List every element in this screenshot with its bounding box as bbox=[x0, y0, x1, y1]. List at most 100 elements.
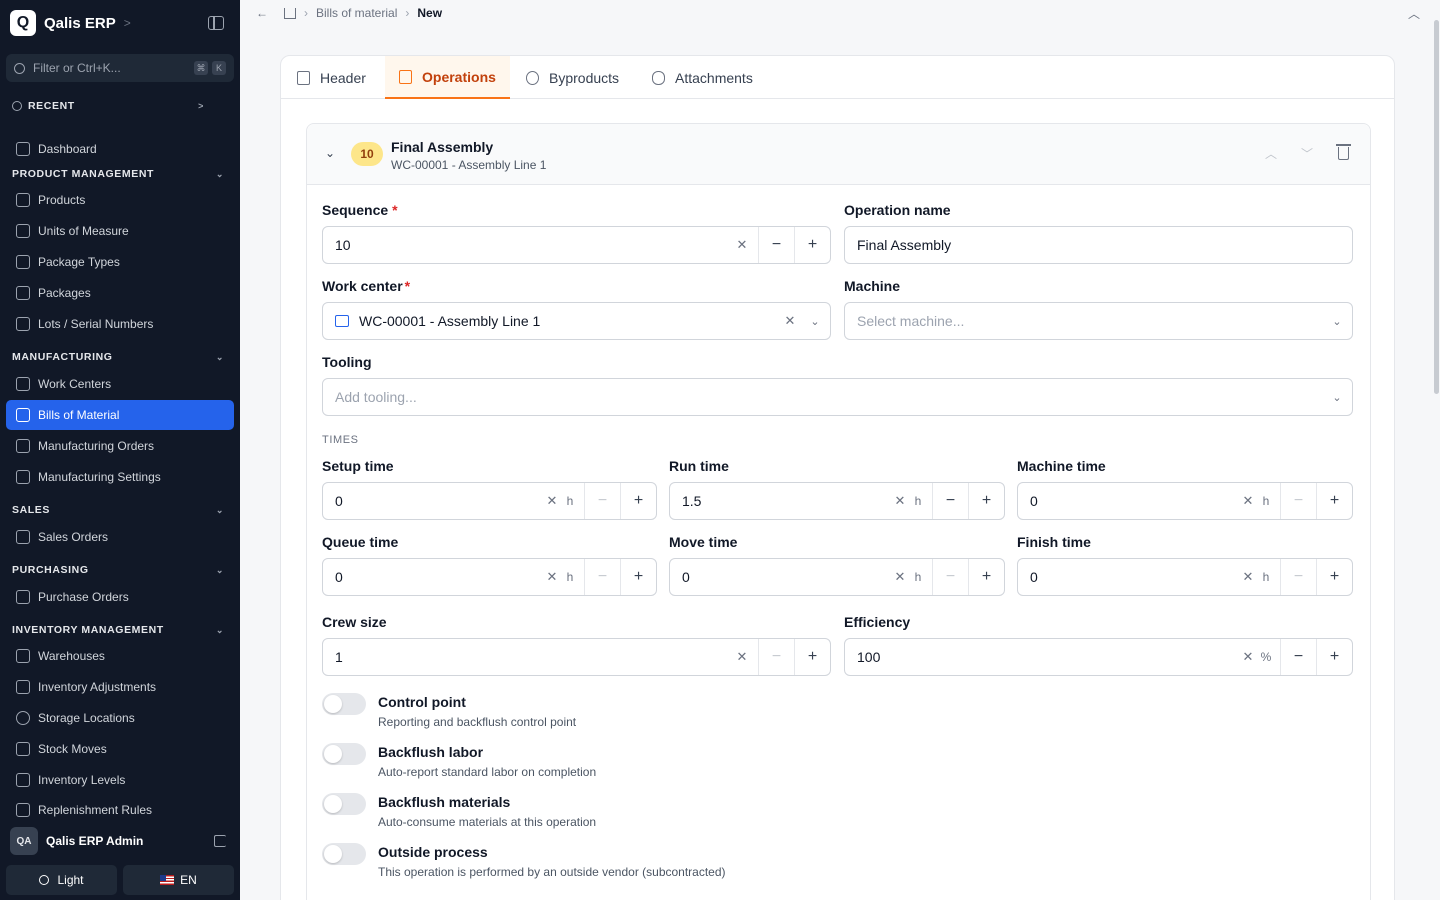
sequence-input[interactable]: 10 ✕ − + bbox=[322, 226, 831, 264]
outside-process-title: Outside process bbox=[378, 844, 488, 860]
sidebar-item-sales-orders[interactable]: Sales Orders bbox=[6, 522, 234, 552]
clear-icon[interactable]: ✕ bbox=[890, 493, 910, 509]
back-arrow-icon[interactable]: ← bbox=[256, 6, 270, 20]
section-purchasing[interactable]: PURCHASING ⌄ bbox=[12, 564, 228, 576]
breadcrumb-parent[interactable]: Bills of material bbox=[316, 6, 397, 20]
filter-input[interactable]: Filter or Ctrl+K... ⌘ K bbox=[6, 54, 234, 82]
sidebar-item-dashboard[interactable]: Dashboard bbox=[6, 134, 234, 164]
section-inventory[interactable]: INVENTORY MANAGEMENT ⌄ bbox=[12, 624, 228, 636]
tab-byproducts[interactable]: Byproducts bbox=[512, 56, 633, 99]
clear-icon[interactable]: ✕ bbox=[542, 569, 562, 585]
home-icon[interactable] bbox=[284, 7, 296, 19]
decrement-button[interactable]: − bbox=[758, 639, 794, 675]
sidebar-item-units[interactable]: Units of Measure bbox=[6, 216, 234, 246]
collapse-sidebar-icon[interactable] bbox=[208, 16, 224, 30]
sidebar-item-work-centers[interactable]: Work Centers bbox=[6, 369, 234, 399]
decrement-button[interactable]: − bbox=[584, 483, 620, 519]
increment-button[interactable]: + bbox=[968, 483, 1004, 519]
sidebar-item-warehouses[interactable]: Warehouses bbox=[6, 641, 234, 671]
control-point-toggle[interactable] bbox=[322, 693, 366, 715]
backflush-materials-toggle[interactable] bbox=[322, 793, 366, 815]
backflush-labor-toggle[interactable] bbox=[322, 743, 366, 765]
search-icon bbox=[14, 62, 25, 74]
sidebar-item-inv-levels[interactable]: Inventory Levels bbox=[6, 765, 234, 795]
increment-button[interactable]: + bbox=[1316, 559, 1352, 595]
trash-icon[interactable] bbox=[1336, 144, 1351, 160]
move-down-icon[interactable]: ﹀ bbox=[1301, 145, 1313, 162]
increment-button[interactable]: + bbox=[794, 639, 830, 675]
increment-button[interactable]: + bbox=[968, 559, 1004, 595]
unit-label: h bbox=[566, 570, 574, 584]
recent-section[interactable]: RECENT > bbox=[12, 100, 228, 112]
clear-icon[interactable]: ✕ bbox=[732, 649, 752, 665]
decrement-button[interactable]: − bbox=[1280, 483, 1316, 519]
chevron-down-icon[interactable]: ⌄ bbox=[1322, 391, 1352, 404]
sidebar-item-label: Replenishment Rules bbox=[38, 803, 153, 817]
sidebar-item-purchase-orders[interactable]: Purchase Orders bbox=[6, 582, 234, 612]
chevron-up-icon[interactable]: ︿ bbox=[1408, 5, 1420, 22]
sidebar-item-mfg-orders[interactable]: Manufacturing Orders bbox=[6, 431, 234, 461]
brand[interactable]: Q Qalis ERP > bbox=[10, 10, 131, 36]
work-center-label: Work center * bbox=[322, 278, 411, 294]
theme-toggle-button[interactable]: Light bbox=[6, 865, 117, 895]
chevron-down-icon[interactable]: ⌄ bbox=[800, 315, 830, 328]
efficiency-input[interactable]: 100 ✕% − + bbox=[844, 638, 1353, 676]
chevron-down-icon[interactable]: ⌄ bbox=[1322, 315, 1352, 328]
operation-name-input[interactable]: Final Assembly bbox=[844, 226, 1353, 264]
move-time-input[interactable]: 0 ✕ h − + bbox=[669, 558, 1005, 596]
sidebar-item-package-types[interactable]: Package Types bbox=[6, 247, 234, 277]
increment-button[interactable]: + bbox=[620, 559, 656, 595]
chevron-down-icon[interactable]: ⌄ bbox=[325, 146, 335, 160]
operation-header[interactable]: ⌄ 10 Final Assembly WC-00001 - Assembly … bbox=[307, 124, 1370, 185]
machine-select[interactable]: Select machine... ⌄ bbox=[844, 302, 1353, 340]
document-icon bbox=[297, 70, 310, 85]
decrement-button[interactable]: − bbox=[584, 559, 620, 595]
work-center-select[interactable]: WC-00001 - Assembly Line 1 ✕ ⌄ bbox=[322, 302, 831, 340]
sidebar-item-products[interactable]: Products bbox=[6, 185, 234, 215]
clear-icon[interactable]: ✕ bbox=[1238, 493, 1258, 509]
tab-attachments[interactable]: Attachments bbox=[638, 56, 767, 99]
run-time-input[interactable]: 1.5 ✕ h − + bbox=[669, 482, 1005, 520]
tab-operations[interactable]: Operations bbox=[385, 56, 510, 99]
theme-label: Light bbox=[57, 873, 84, 887]
sidebar-item-replenishment[interactable]: Replenishment Rules bbox=[6, 796, 234, 818]
sidebar-item-inv-adjust[interactable]: Inventory Adjustments bbox=[6, 672, 234, 702]
decrement-button[interactable]: − bbox=[1280, 639, 1316, 675]
crew-size-input[interactable]: 1 ✕ − + bbox=[322, 638, 831, 676]
clear-icon[interactable]: ✕ bbox=[732, 237, 752, 253]
machine-time-input[interactable]: 0 ✕ h − + bbox=[1017, 482, 1353, 520]
decrement-button[interactable]: − bbox=[758, 227, 794, 263]
logout-icon[interactable] bbox=[214, 835, 226, 847]
clear-icon[interactable]: ✕ bbox=[1238, 569, 1258, 585]
queue-time-input[interactable]: 0 ✕ h − + bbox=[322, 558, 657, 596]
section-manufacturing[interactable]: MANUFACTURING ⌄ bbox=[12, 351, 228, 363]
user-menu[interactable]: QA Qalis ERP Admin bbox=[6, 826, 234, 856]
clear-icon[interactable]: ✕ bbox=[890, 569, 910, 585]
section-sales[interactable]: SALES ⌄ bbox=[12, 504, 228, 516]
decrement-button[interactable]: − bbox=[932, 559, 968, 595]
sidebar-item-packages[interactable]: Packages bbox=[6, 278, 234, 308]
outside-process-toggle[interactable] bbox=[322, 843, 366, 865]
decrement-button[interactable]: − bbox=[932, 483, 968, 519]
section-product-management[interactable]: PRODUCT MANAGEMENT ⌄ bbox=[12, 168, 228, 180]
decrement-button[interactable]: − bbox=[1280, 559, 1316, 595]
finish-time-input[interactable]: 0 ✕ h − + bbox=[1017, 558, 1353, 596]
tab-header[interactable]: Header bbox=[283, 56, 380, 99]
tooling-select[interactable]: Add tooling... ⌄ bbox=[322, 378, 1353, 416]
clear-icon[interactable]: ✕ bbox=[542, 493, 562, 509]
setup-time-input[interactable]: 0 ✕ h − + bbox=[322, 482, 657, 520]
language-button[interactable]: EN bbox=[123, 865, 234, 895]
increment-button[interactable]: + bbox=[794, 227, 830, 263]
increment-button[interactable]: + bbox=[1316, 639, 1352, 675]
increment-button[interactable]: + bbox=[1316, 483, 1352, 519]
increment-button[interactable]: + bbox=[620, 483, 656, 519]
sidebar-item-mfg-settings[interactable]: Manufacturing Settings bbox=[6, 462, 234, 492]
move-up-icon[interactable]: ︿ bbox=[1265, 145, 1277, 162]
sidebar-item-stock-moves[interactable]: Stock Moves bbox=[6, 734, 234, 764]
clear-icon[interactable]: ✕ bbox=[780, 313, 800, 329]
clear-icon[interactable]: ✕ bbox=[1238, 649, 1258, 665]
scrollbar[interactable] bbox=[1434, 20, 1439, 394]
sidebar-item-bom[interactable]: Bills of Material bbox=[6, 400, 234, 430]
sidebar-item-storage[interactable]: Storage Locations bbox=[6, 703, 234, 733]
sidebar-item-lots[interactable]: Lots / Serial Numbers bbox=[6, 309, 234, 339]
